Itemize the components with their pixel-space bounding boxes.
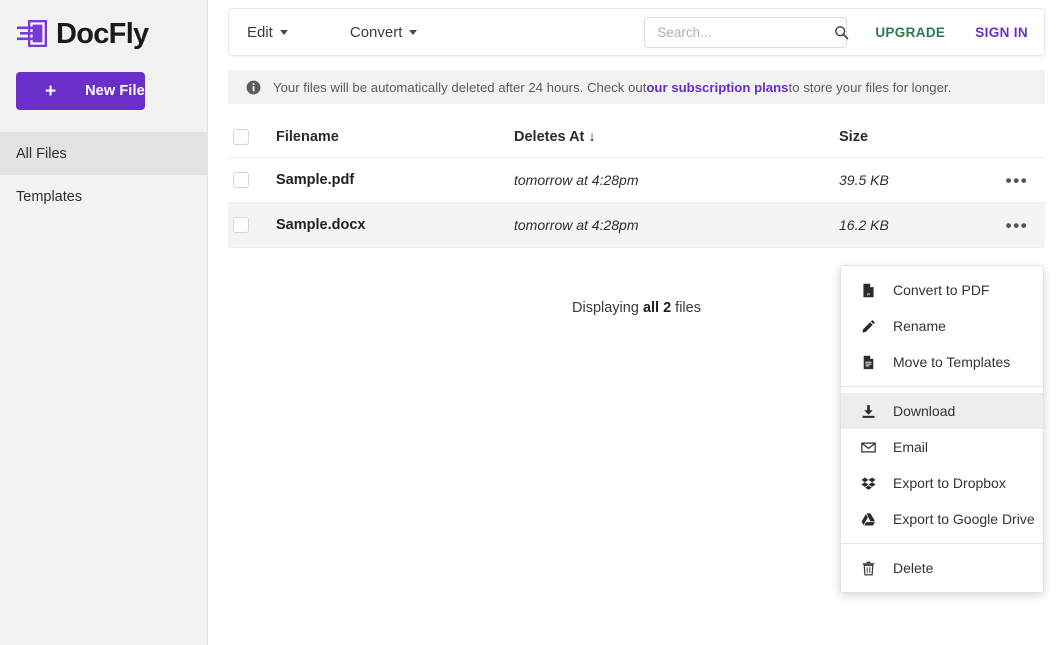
sidebar: DocFly + New File All Files Templates [0, 0, 208, 645]
search-box[interactable] [644, 16, 849, 48]
menu-item-email[interactable]: Email [841, 429, 1043, 465]
table-row[interactable]: Sample.pdf tomorrow at 4:28pm 39.5 KB ••… [228, 158, 1045, 203]
menu-item-delete[interactable]: Delete [841, 550, 1043, 586]
file-size: 39.5 KB [839, 172, 889, 188]
retention-banner: Your files will be automatically deleted… [228, 70, 1045, 104]
menu-convert-label: Convert [349, 23, 403, 41]
sidebar-item-label: Templates [16, 188, 83, 205]
menu-item-label: Export to Google Drive [893, 511, 1035, 527]
menu-item-label: Move to Templates [893, 354, 1011, 370]
row-actions-menu-button[interactable]: ••• [1006, 172, 1029, 189]
menu-item-label: Export to Dropbox [893, 475, 1006, 491]
banner-text-after: to store your files for longer. [788, 79, 952, 95]
table-header-row: Filename Deletes At ↓ Size [228, 116, 1045, 158]
search-icon[interactable] [834, 25, 849, 40]
table-row[interactable]: Sample.docx tomorrow at 4:28pm 16.2 KB •… [228, 203, 1045, 248]
row-select-cell [228, 172, 276, 188]
menu-item-label: Rename [893, 318, 946, 334]
file-name[interactable]: Sample.pdf [276, 172, 514, 188]
sort-descending-icon: ↓ [588, 128, 596, 145]
select-all-checkbox[interactable] [233, 128, 249, 145]
menu-item-label: Delete [893, 560, 934, 576]
upgrade-button[interactable]: UPGRADE [875, 25, 945, 40]
row-checkbox[interactable] [233, 172, 249, 188]
new-file-label: New File [85, 83, 145, 99]
dropbox-icon [859, 476, 877, 491]
row-select-cell [228, 217, 276, 233]
column-header-filename[interactable]: Filename [276, 129, 514, 145]
menu-item-move-to-templates[interactable]: Move to Templates [841, 344, 1043, 380]
sidebar-item-templates[interactable]: Templates [0, 175, 207, 218]
toolbar: Edit Convert UPGRADE SIGN IN [228, 8, 1045, 56]
menu-item-download[interactable]: Download [841, 393, 1043, 429]
brand-name: DocFly [56, 17, 149, 50]
displaying-suffix: files [671, 300, 701, 316]
displaying-prefix: Displaying [572, 300, 643, 316]
column-header-deletes-at[interactable]: Deletes At ↓ [514, 129, 839, 145]
select-all-cell [228, 128, 276, 145]
menu-separator [841, 386, 1043, 387]
trash-icon [859, 561, 877, 576]
row-checkbox[interactable] [233, 217, 249, 233]
docfly-app: DocFly + New File All Files Templates Ed… [0, 0, 1057, 645]
pdf-file-icon: W [859, 283, 877, 298]
document-icon [859, 355, 877, 370]
search-input[interactable] [657, 24, 835, 40]
file-actions-context-menu: W Convert to PDF Rename Move to Template… [840, 265, 1044, 593]
new-file-button[interactable]: + New File [16, 72, 145, 110]
column-header-size[interactable]: Size [839, 129, 989, 145]
menu-item-export-to-dropbox[interactable]: Export to Dropbox [841, 465, 1043, 501]
file-size: 16.2 KB [839, 217, 889, 233]
docfly-logo-icon [16, 18, 50, 50]
banner-text-before: Your files will be automatically deleted… [273, 79, 647, 95]
file-deletes-at: tomorrow at 4:28pm [514, 217, 639, 233]
chevron-down-icon [279, 29, 288, 35]
subscription-plans-link[interactable]: our subscription plans [646, 80, 788, 95]
file-deletes-at: tomorrow at 4:28pm [514, 172, 639, 188]
chevron-down-icon [409, 29, 418, 35]
menu-edit[interactable]: Edit [247, 24, 288, 41]
info-icon [246, 80, 261, 95]
menu-item-export-to-google-drive[interactable]: Export to Google Drive [841, 501, 1043, 537]
column-header-deletes-at-label: Deletes At [514, 128, 585, 145]
brand-logo[interactable]: DocFly [0, 0, 207, 56]
menu-convert[interactable]: Convert [350, 24, 418, 41]
sidebar-item-all-files[interactable]: All Files [0, 132, 207, 175]
sidebar-nav: All Files Templates [0, 132, 207, 218]
sidebar-item-label: All Files [16, 145, 67, 162]
menu-item-label: Convert to PDF [893, 282, 990, 298]
menu-separator [841, 543, 1043, 544]
pencil-icon [859, 319, 877, 334]
google-drive-icon [859, 512, 877, 527]
menu-edit-label: Edit [247, 23, 273, 41]
menu-item-convert-to-pdf[interactable]: W Convert to PDF [841, 272, 1043, 308]
row-actions-cell: ••• [989, 172, 1045, 189]
sign-in-button[interactable]: SIGN IN [975, 25, 1028, 40]
files-table: Filename Deletes At ↓ Size Sample.pdf to… [228, 116, 1045, 248]
displaying-number: all 2 [642, 300, 672, 316]
envelope-icon [859, 440, 877, 455]
download-icon [859, 404, 877, 419]
menu-item-rename[interactable]: Rename [841, 308, 1043, 344]
row-actions-menu-button[interactable]: ••• [1006, 217, 1029, 234]
file-name[interactable]: Sample.docx [276, 217, 514, 233]
plus-icon: + [45, 80, 57, 102]
menu-item-label: Download [893, 403, 956, 419]
menu-item-label: Email [893, 439, 929, 455]
row-actions-cell: ••• [989, 217, 1045, 234]
